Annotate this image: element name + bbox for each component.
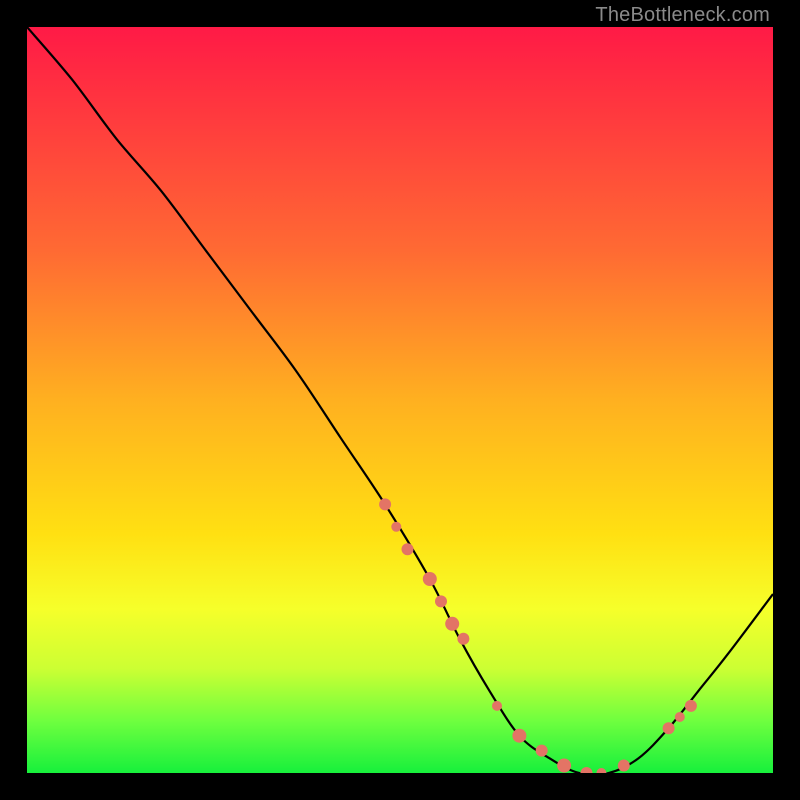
watermark-text: TheBottleneck.com: [595, 4, 770, 27]
curve-marker: [402, 543, 414, 555]
marker-group: [379, 498, 697, 773]
curve-marker: [618, 760, 630, 772]
curve-marker: [557, 759, 571, 773]
plot-area: [27, 27, 773, 773]
curve-marker: [675, 712, 685, 722]
curve-marker: [391, 522, 401, 532]
curve-svg: [27, 27, 773, 773]
curve-marker: [492, 701, 502, 711]
chart-frame: TheBottleneck.com: [0, 0, 800, 800]
curve-marker: [445, 617, 459, 631]
curve-marker: [581, 767, 593, 773]
curve-marker: [663, 722, 675, 734]
curve-marker: [435, 595, 447, 607]
curve-marker: [685, 700, 697, 712]
curve-marker: [512, 729, 526, 743]
curve-marker: [423, 572, 437, 586]
curve-marker: [379, 498, 391, 510]
bottleneck-curve-path: [27, 27, 773, 773]
curve-marker: [457, 633, 469, 645]
curve-marker: [596, 768, 606, 773]
curve-marker: [536, 745, 548, 757]
